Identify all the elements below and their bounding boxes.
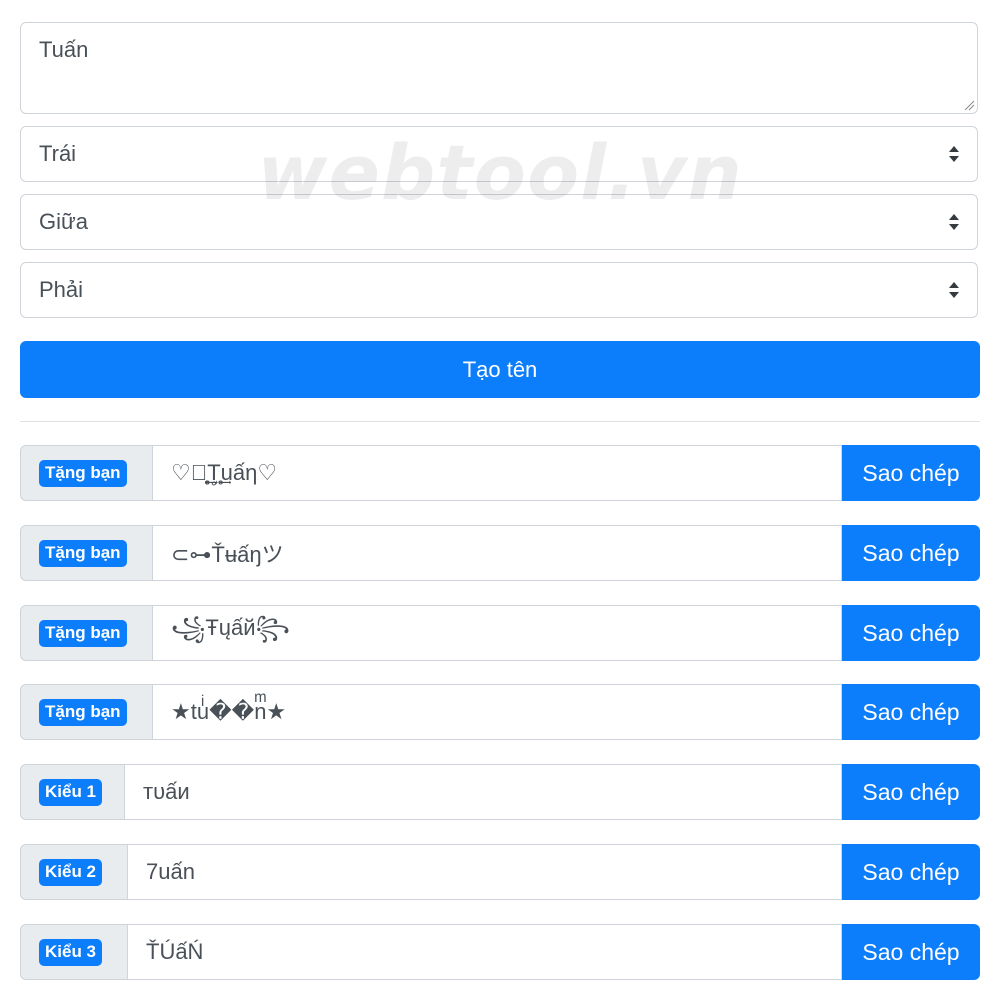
- name-textarea[interactable]: Tuấn: [20, 22, 978, 114]
- result-value-field[interactable]: ♡ঌ̥̥̥̥̥̥̥̥̥̥̥̥̥̥̥̥̥͢T̥̥̥͢uấη♡: [152, 445, 842, 501]
- result-row: Tặng bạn ★tuͥ��nͫ★ Sao chép: [20, 684, 980, 740]
- result-row: Kiểu 1 тυấи Sao chép: [20, 764, 980, 820]
- right-decoration-select[interactable]: Phải: [20, 262, 978, 318]
- result-badge: Tặng bạn: [39, 698, 127, 726]
- result-row: Tặng bạn ♡ঌ̥̥̥̥̥̥̥̥̥̥̥̥̥̥̥̥̥͢T̥̥̥͢uấη♡ S…: [20, 445, 980, 501]
- middle-decoration-select[interactable]: Giữa: [20, 194, 978, 250]
- result-value-field[interactable]: ꧁Ŧųấй꧂: [152, 605, 842, 661]
- name-generator-page: Tuấn Trái Giữa Phải webtool.vn Tạo tên T…: [0, 0, 1000, 1000]
- copy-button[interactable]: Sao chép: [842, 764, 980, 820]
- result-row: Kiểu 3 ŤÚấŃ Sao chép: [20, 924, 980, 980]
- resize-grip-icon[interactable]: [963, 99, 975, 111]
- result-prefix: Tặng bạn: [20, 684, 152, 740]
- result-badge: Tặng bạn: [39, 459, 127, 487]
- copy-button[interactable]: Sao chép: [842, 684, 980, 740]
- result-prefix: Tặng bạn: [20, 525, 152, 581]
- result-badge: Kiểu 3: [39, 938, 103, 966]
- select-caret-icon: [949, 282, 959, 298]
- result-value-field[interactable]: ŤÚấŃ: [127, 924, 842, 980]
- result-value-field[interactable]: 7uấn: [127, 844, 842, 900]
- right-select-value: Phải: [39, 277, 84, 302]
- result-row: Kiểu 2 7uấn Sao chép: [20, 844, 980, 900]
- result-prefix: Kiểu 3: [20, 924, 127, 980]
- select-caret-icon: [949, 214, 959, 230]
- result-row: Tặng bạn ꧁Ŧųấй꧂ Sao chép: [20, 605, 980, 661]
- result-badge: Tặng bạn: [39, 619, 127, 647]
- result-badge: Kiểu 2: [39, 858, 103, 886]
- generate-name-button[interactable]: Tạo tên: [20, 341, 980, 398]
- left-select-value: Trái: [39, 141, 77, 166]
- result-badge: Tặng bạn: [39, 539, 127, 567]
- result-prefix: Kiểu 2: [20, 844, 127, 900]
- result-value-field[interactable]: тυấи: [124, 764, 842, 820]
- left-decoration-select[interactable]: Trái: [20, 126, 978, 182]
- divider: [20, 421, 980, 422]
- select-caret-icon: [949, 146, 959, 162]
- result-badge: Kiểu 1: [39, 778, 103, 806]
- copy-button[interactable]: Sao chép: [842, 525, 980, 581]
- result-prefix: Tặng bạn: [20, 605, 152, 661]
- result-value-field[interactable]: ⊂⊶Ťʉấŋツ: [152, 525, 842, 581]
- copy-button[interactable]: Sao chép: [842, 605, 980, 661]
- result-row: Tặng bạn ⊂⊶Ťʉấŋツ Sao chép: [20, 525, 980, 581]
- result-value-field[interactable]: ★tuͥ��nͫ★: [152, 684, 842, 740]
- name-textarea-value: Tuấn: [39, 37, 89, 62]
- copy-button[interactable]: Sao chép: [842, 445, 980, 501]
- result-prefix: Kiểu 1: [20, 764, 124, 820]
- middle-select-value: Giữa: [39, 209, 88, 234]
- copy-button[interactable]: Sao chép: [842, 924, 980, 980]
- result-prefix: Tặng bạn: [20, 445, 152, 501]
- copy-button[interactable]: Sao chép: [842, 844, 980, 900]
